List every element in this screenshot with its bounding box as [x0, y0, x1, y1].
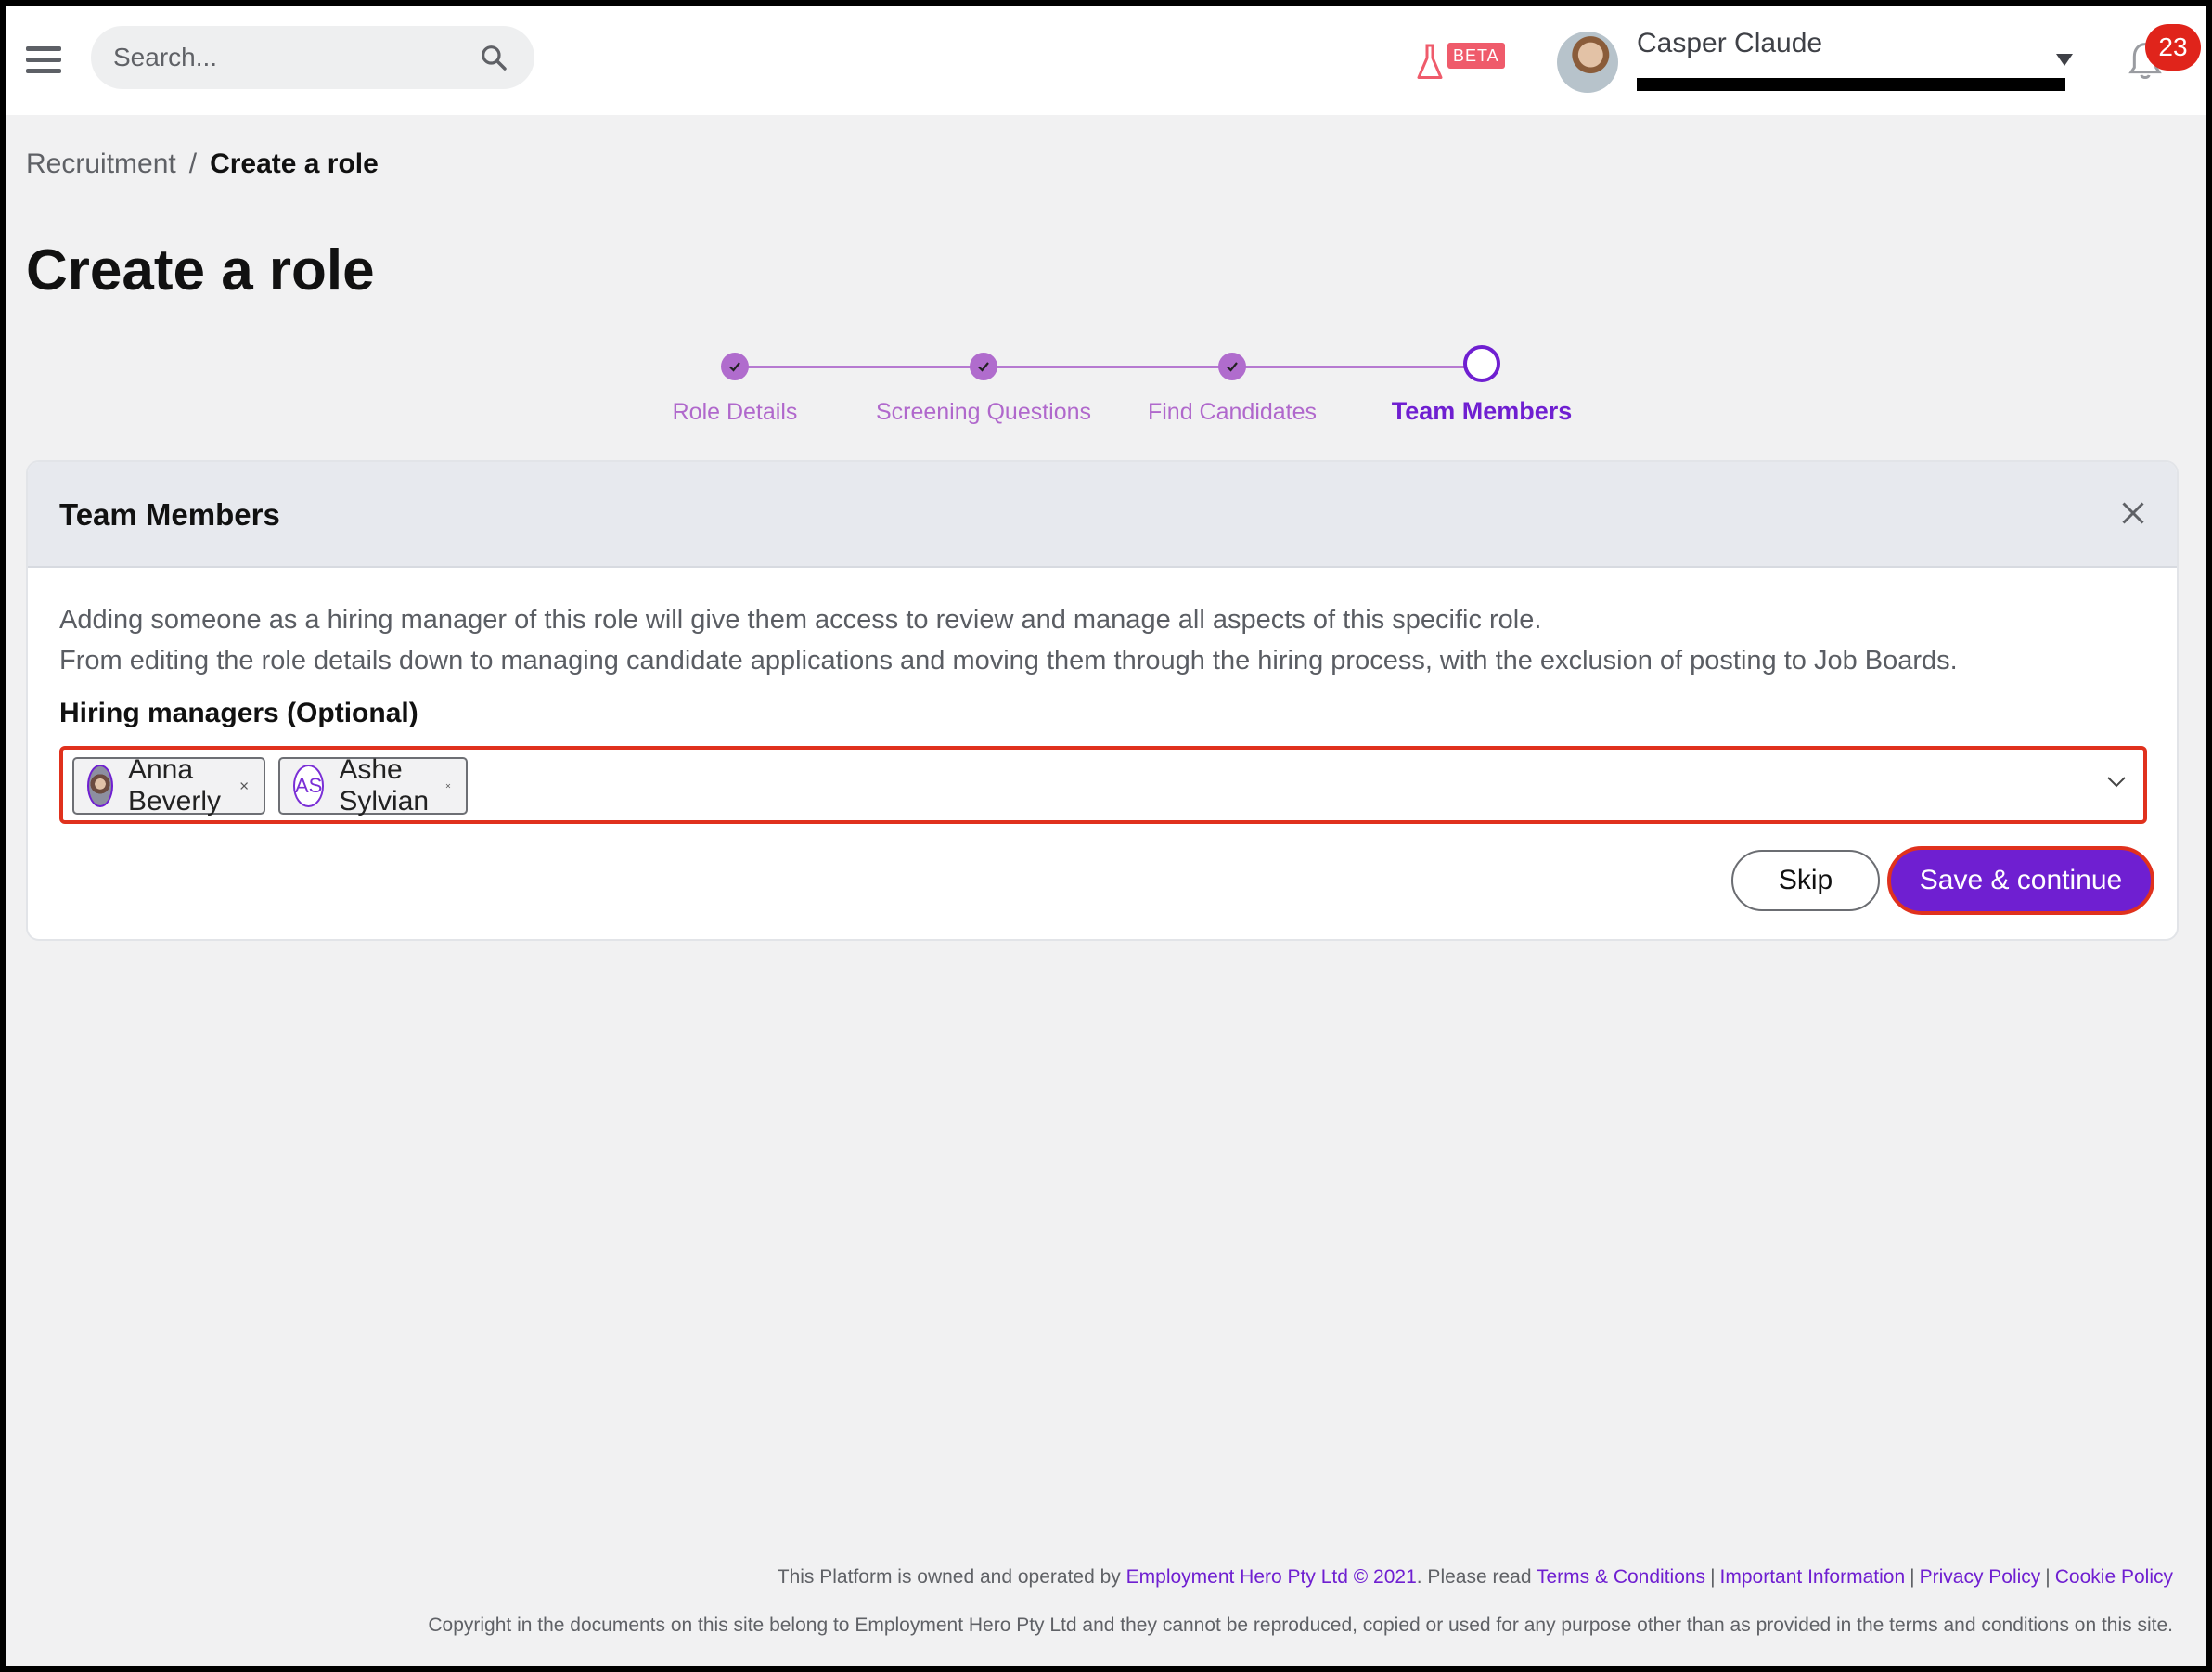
- breadcrumb: Recruitment / Create a role: [26, 148, 379, 180]
- step-label-role-details[interactable]: Role Details: [673, 399, 798, 426]
- step-connector: [1232, 366, 1483, 368]
- footer-divider: |: [1710, 1566, 1716, 1588]
- progress-stepper: Role Details Screening Questions Find Ca…: [655, 345, 1583, 438]
- save-continue-button[interactable]: Save & continue: [1887, 846, 2154, 915]
- skip-button[interactable]: Skip: [1731, 850, 1880, 911]
- top-bar: BETA Casper Claude 23: [6, 6, 2206, 115]
- footer-prefix: This Platform is owned and operated by: [777, 1566, 1121, 1588]
- flask-icon: [1417, 44, 1443, 79]
- card-description: Adding someone as a hiring manager of th…: [59, 599, 1958, 681]
- user-menu[interactable]: Casper Claude: [1557, 24, 2077, 98]
- card-title: Team Members: [59, 497, 280, 532]
- close-icon[interactable]: [2119, 499, 2147, 527]
- search-input[interactable]: [113, 26, 466, 89]
- breadcrumb-separator: /: [188, 148, 198, 179]
- selected-chip-anna-beverly[interactable]: Anna Beverly: [72, 754, 265, 817]
- description-line-1: Adding someone as a hiring manager of th…: [59, 605, 1542, 635]
- hiring-managers-label: Hiring managers (Optional): [59, 698, 418, 728]
- footer-copyright: Copyright in the documents on this site …: [428, 1614, 2173, 1636]
- footer-company-link[interactable]: Employment Hero Pty Ltd © 2021: [1126, 1566, 1417, 1588]
- step-2-check-icon[interactable]: [970, 353, 997, 380]
- card-header: Team Members: [28, 462, 2177, 568]
- step-3-check-icon[interactable]: [1218, 353, 1246, 380]
- breadcrumb-current: Create a role: [210, 148, 379, 179]
- app-window: BETA Casper Claude 23 Recruitment / Create…: [6, 6, 2206, 1666]
- team-members-card: Team Members Adding someone as a hiring …: [26, 460, 2179, 941]
- step-label-team-members: Team Members: [1391, 397, 1573, 425]
- user-name: Casper Claude: [1637, 28, 1823, 58]
- step-label-find-candidates[interactable]: Find Candidates: [1148, 399, 1317, 426]
- remove-chip-icon[interactable]: [239, 778, 249, 794]
- step-1-check-icon[interactable]: [721, 353, 749, 380]
- chip-label: Ashe Sylvian: [339, 754, 430, 817]
- footer-read-text: . Please read: [1416, 1566, 1532, 1588]
- step-connector: [984, 366, 1232, 368]
- caret-down-icon[interactable]: [2056, 54, 2073, 66]
- hamburger-menu-icon[interactable]: [26, 46, 61, 76]
- footer-important-info-link[interactable]: Important Information: [1720, 1566, 1906, 1588]
- selected-chip-ashe-sylvian[interactable]: AS Ashe Sylvian: [278, 754, 468, 817]
- footer-privacy-link[interactable]: Privacy Policy: [1920, 1566, 2041, 1588]
- page-title: Create a role: [26, 238, 375, 302]
- description-line-2: From editing the role details down to ma…: [59, 646, 1958, 675]
- beta-badge: BETA: [1447, 43, 1505, 69]
- remove-chip-icon[interactable]: [445, 778, 451, 794]
- avatar: [87, 765, 113, 807]
- beta-features-button[interactable]: BETA: [1416, 39, 1505, 84]
- chip-label: Anna Beverly: [127, 754, 221, 817]
- step-connector: [735, 366, 984, 368]
- initials-avatar: AS: [293, 765, 325, 807]
- chevron-down-icon[interactable]: [2106, 776, 2127, 789]
- footer-cookie-link[interactable]: Cookie Policy: [2055, 1566, 2173, 1588]
- search-bar: [91, 26, 534, 89]
- breadcrumb-recruitment[interactable]: Recruitment: [26, 148, 176, 179]
- footer-divider: |: [2045, 1566, 2051, 1588]
- search-icon[interactable]: [479, 43, 508, 72]
- footer-divider: |: [1910, 1566, 1915, 1588]
- step-4-current-indicator[interactable]: [1463, 345, 1500, 382]
- redacted-email: [1637, 78, 2065, 91]
- footer-terms-link[interactable]: Terms & Conditions: [1537, 1566, 1705, 1588]
- footer-legal: This Platform is owned and operated by E…: [778, 1566, 2173, 1588]
- user-avatar: [1557, 32, 1618, 93]
- step-label-screening-questions[interactable]: Screening Questions: [876, 399, 1091, 426]
- notification-count-badge[interactable]: 23: [2145, 24, 2201, 71]
- hiring-managers-select[interactable]: Anna Beverly AS Ashe Sylvian: [59, 746, 2147, 824]
